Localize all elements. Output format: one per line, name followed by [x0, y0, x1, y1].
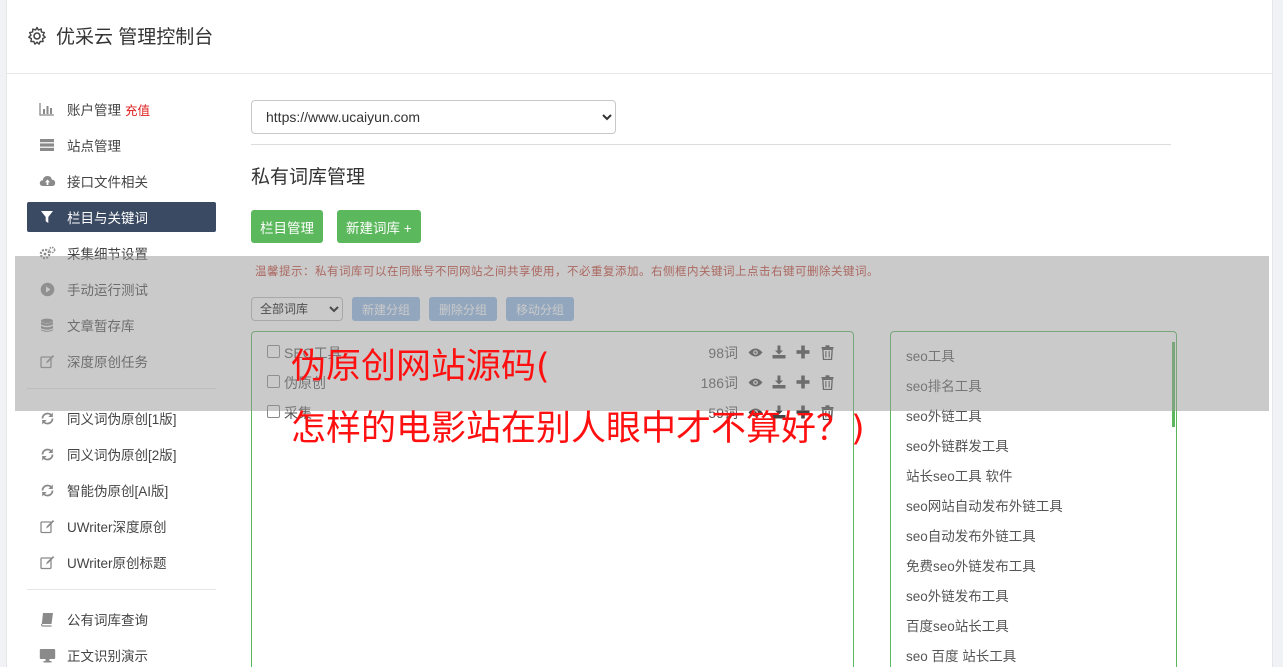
new-library-button[interactable]: 新建词库 + — [337, 210, 421, 243]
sidebar-item-label: 站点管理 — [67, 139, 121, 154]
cloud-upload-icon — [38, 173, 56, 189]
watermark-line-2: 怎样的电影站在别人眼中才不算好？) — [291, 409, 865, 449]
desktop-icon — [38, 647, 56, 663]
sidebar-item-label: 智能伪原创[AI版] — [67, 484, 169, 499]
watermark-band — [15, 256, 1269, 411]
watermark-line-1: 伪原创网站源码( — [291, 347, 550, 387]
sidebar-item-label: 同义词伪原创[1版] — [67, 412, 177, 427]
sidebar-item-label: 公有词库查询 — [67, 613, 148, 628]
edit-icon — [38, 554, 56, 570]
keyword-item[interactable]: 百度seo站长工具 — [891, 612, 1176, 642]
gear-icon — [27, 26, 47, 46]
sidebar-item-group1-3[interactable]: 栏目与关键词 — [27, 202, 216, 232]
book-icon — [38, 611, 56, 627]
sidebar-item-group1-2[interactable]: 接口文件相关 — [27, 166, 216, 196]
sidebar-item-group3-1[interactable]: 正文识别演示 — [27, 640, 216, 667]
action-buttons: 栏目管理 新建词库 + — [251, 210, 1171, 243]
sidebar-item-label: UWriter原创标题 — [67, 556, 167, 571]
refresh-icon — [38, 482, 56, 498]
column-manage-button[interactable]: 栏目管理 — [251, 210, 323, 243]
sidebar-item-group2-3[interactable]: UWriter深度原创 — [27, 511, 216, 541]
brand: 优采云 管理控制台 — [27, 22, 213, 49]
refresh-icon — [38, 446, 56, 462]
sidebar-divider — [27, 589, 216, 590]
sidebar-item-label: 同义词伪原创[2版] — [67, 448, 177, 463]
keyword-item[interactable]: seo 百度 站长工具 — [891, 642, 1176, 667]
site-select[interactable]: https://www.ucaiyun.com — [251, 100, 616, 134]
divider — [251, 144, 1171, 145]
sidebar-item-group1-1[interactable]: 站点管理 — [27, 130, 216, 160]
keyword-item[interactable]: seo外链群发工具 — [891, 432, 1176, 462]
keyword-item[interactable]: seo网站自动发布外链工具 — [891, 492, 1176, 522]
sidebar-item-label: 账户管理 — [67, 103, 121, 118]
edit-icon — [38, 518, 56, 534]
sidebar-item-label: UWriter深度原创 — [67, 520, 167, 535]
filter-icon — [38, 209, 56, 225]
bar-chart-icon — [38, 101, 56, 117]
sidebar-item-label: 正文识别演示 — [67, 649, 148, 664]
sidebar-item-group3-0[interactable]: 公有词库查询 — [27, 604, 216, 634]
sidebar-item-label: 栏目与关键词 — [67, 211, 148, 226]
keyword-item[interactable]: seo自动发布外链工具 — [891, 522, 1176, 552]
sidebar-item-group2-1[interactable]: 同义词伪原创[2版] — [27, 439, 216, 469]
top-bar: 优采云 管理控制台 — [7, 0, 1272, 74]
keyword-item[interactable]: 站长seo工具 软件 — [891, 462, 1176, 492]
page-title: 私有词库管理 — [251, 167, 366, 188]
keyword-item[interactable]: 免费seo外链发布工具 — [891, 552, 1176, 582]
server-icon — [38, 137, 56, 153]
sidebar-item-group2-2[interactable]: 智能伪原创[AI版] — [27, 475, 216, 505]
keyword-item[interactable]: seo外链发布工具 — [891, 582, 1176, 612]
refresh-icon — [38, 410, 56, 426]
recharge-link[interactable]: 充值 — [125, 100, 150, 119]
sidebar-item-group2-4[interactable]: UWriter原创标题 — [27, 547, 216, 577]
sidebar-item-group1-0[interactable]: 账户管理 充值 — [27, 94, 216, 124]
sidebar-item-label: 接口文件相关 — [67, 175, 148, 190]
app-title: 优采云 管理控制台 — [56, 27, 214, 48]
